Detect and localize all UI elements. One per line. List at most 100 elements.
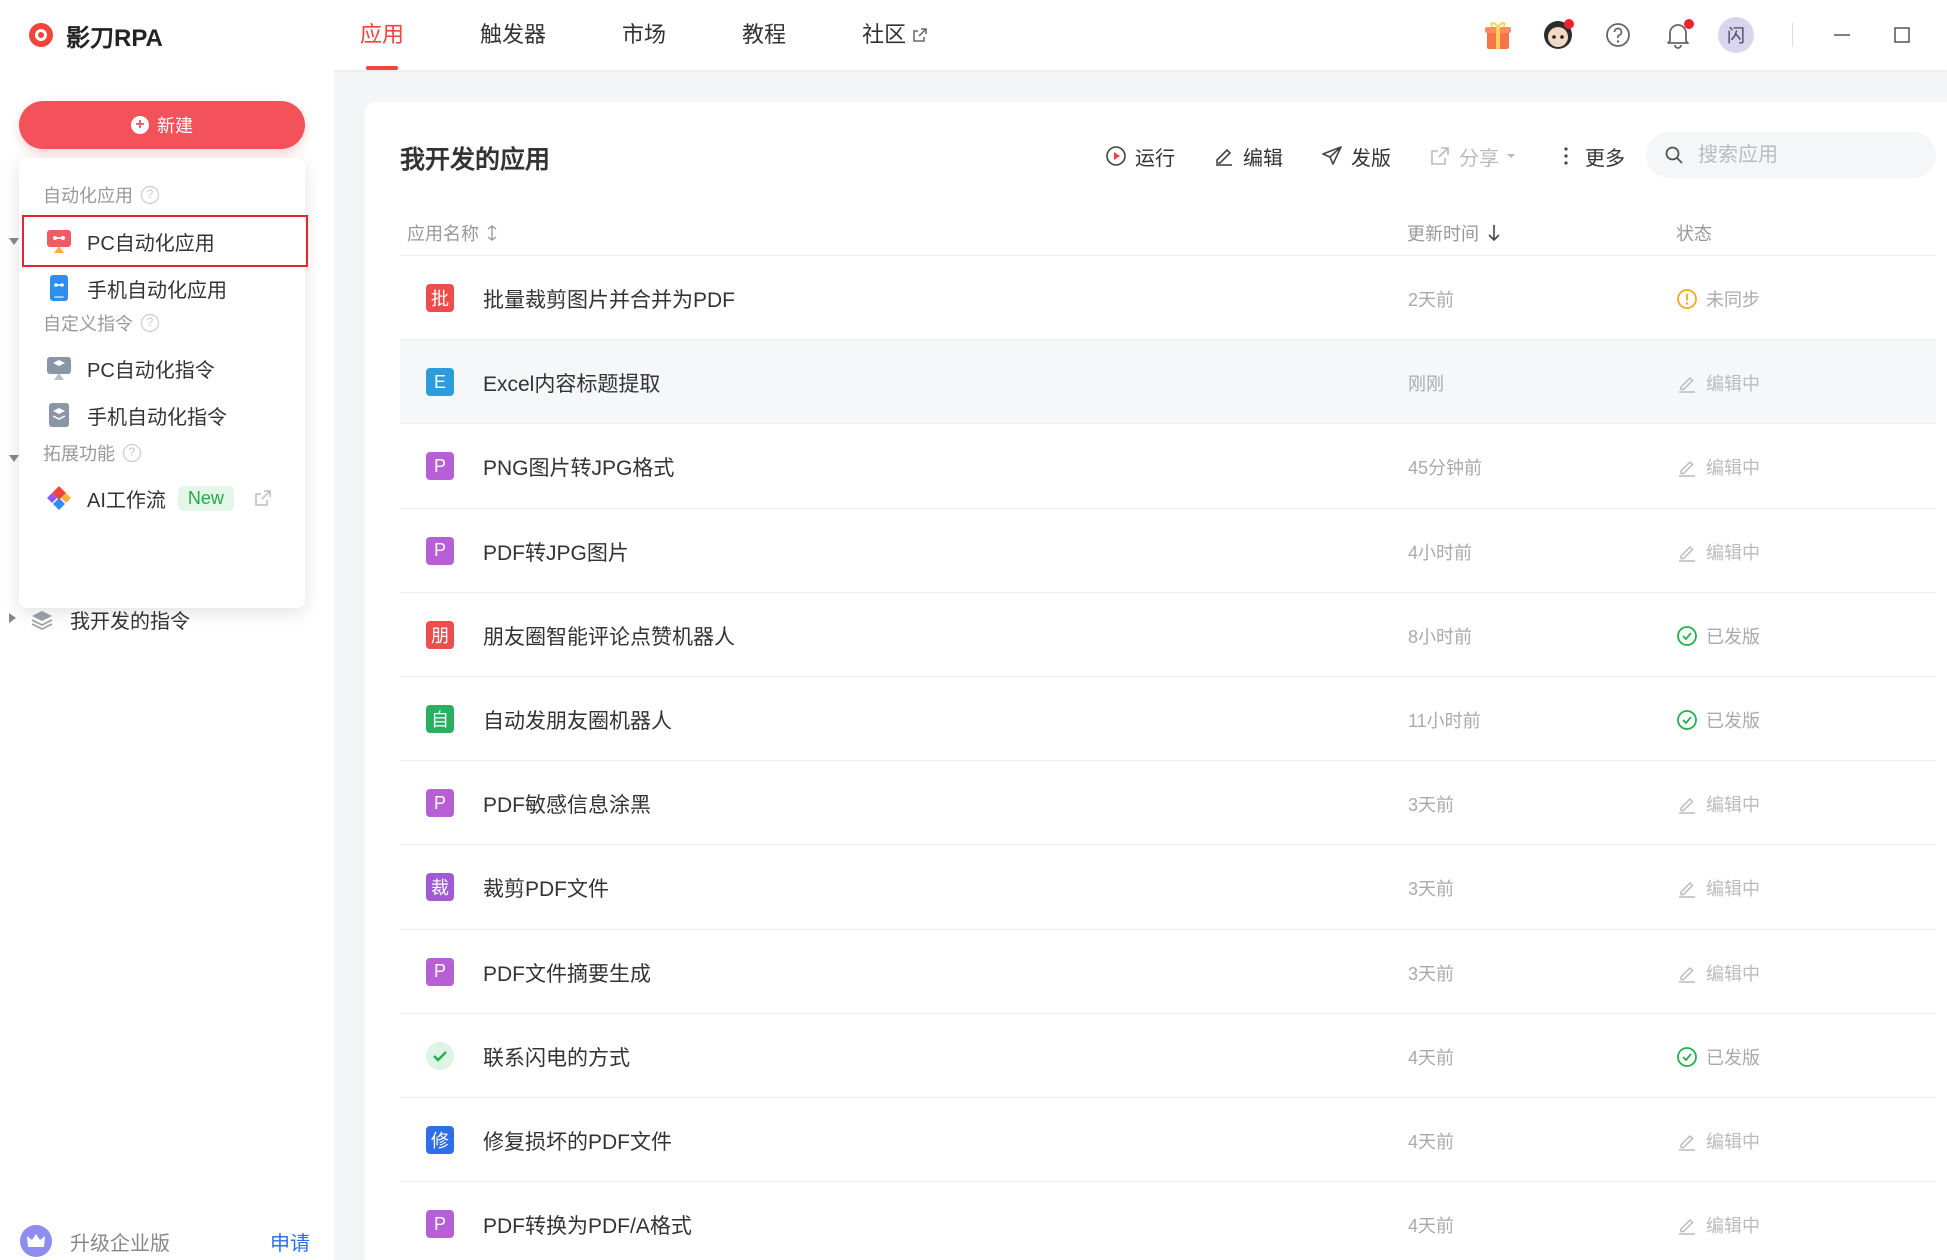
- menu-item-pc-app[interactable]: PC自动化应用: [22, 215, 308, 267]
- pc-app-icon: [47, 230, 71, 253]
- minimize-icon: [1834, 34, 1850, 36]
- publish-button[interactable]: 发版: [1321, 142, 1391, 171]
- pencil-icon: [1679, 377, 1695, 393]
- check-app-icon: [426, 1041, 454, 1070]
- search-input[interactable]: [1698, 143, 1918, 167]
- maximize-button[interactable]: [1887, 20, 1917, 50]
- notifications-button[interactable]: [1658, 15, 1698, 55]
- play-icon: [1106, 146, 1126, 166]
- more-button[interactable]: 更多: [1555, 142, 1625, 171]
- table-row[interactable]: P PNG图片转JPG格式 45分钟前 编辑中: [400, 424, 1936, 509]
- status-badge: 编辑中: [1676, 370, 1760, 396]
- app-update-time: 3天前: [1408, 963, 1455, 984]
- new-button[interactable]: + 新建: [19, 101, 305, 149]
- column-header-time[interactable]: 更新时间: [1407, 220, 1501, 246]
- brand-logo[interactable]: 影刀RPA: [26, 18, 163, 53]
- run-button[interactable]: 运行: [1105, 142, 1175, 171]
- upgrade-label[interactable]: 升级企业版: [70, 1227, 170, 1256]
- table-row[interactable]: 批 批量裁剪图片并合并为PDF 2天前 未同步: [400, 256, 1936, 341]
- plus-icon: +: [131, 116, 149, 134]
- help-icon: [1606, 23, 1630, 47]
- sidebar-item-my-commands[interactable]: 我开发的指令: [30, 605, 190, 634]
- app-name: PDF文件摘要生成: [483, 962, 651, 986]
- app-letter-icon: P: [426, 452, 454, 481]
- table-row[interactable]: P PDF文件摘要生成 3天前 编辑中: [400, 930, 1936, 1014]
- status-text: 编辑中: [1706, 374, 1760, 395]
- table-row[interactable]: 联系闪电的方式 4天前 已发版: [400, 1014, 1936, 1098]
- menu-item-ai-workflow[interactable]: AI工作流 New: [19, 474, 305, 522]
- pencil-icon: [1679, 966, 1695, 983]
- status-text: 已发版: [1706, 626, 1760, 647]
- table-row[interactable]: P PDF转JPG图片 4小时前 编辑中: [400, 509, 1936, 593]
- status-text: 编辑中: [1706, 1216, 1760, 1237]
- table-row[interactable]: P PDF转换为PDF/A格式 4天前 编辑中: [400, 1182, 1936, 1260]
- status-badge: 已发版: [1676, 1044, 1760, 1070]
- tree-expand-arrow[interactable]: [9, 455, 19, 462]
- sort-icon: [487, 225, 497, 241]
- app-update-time: 8小时前: [1408, 626, 1473, 647]
- nav-tab-apps[interactable]: 应用: [340, 0, 424, 70]
- status-text: 编辑中: [1706, 458, 1760, 479]
- status-badge: 已发版: [1676, 623, 1760, 649]
- mobile-command-icon: [49, 403, 69, 427]
- app-name: PDF转换为PDF/A格式: [483, 1215, 692, 1239]
- help-button[interactable]: [1598, 15, 1638, 55]
- nav-tab-triggers[interactable]: 触发器: [460, 0, 566, 70]
- new-dropdown-menu: 自动化应用 ? PC自动化应用 手机自动化应用 自定义指令 ? PC自动化指令: [19, 158, 308, 608]
- assistant-button[interactable]: [1538, 15, 1578, 55]
- main-nav: 应用 触发器 市场 教程 社区: [340, 0, 984, 70]
- ai-workflow-icon: [47, 486, 71, 510]
- column-header-name[interactable]: 应用名称: [407, 220, 499, 246]
- section-custom-commands: 自定义指令 ?: [43, 310, 159, 336]
- logo-icon: [29, 22, 53, 47]
- status-badge: 编辑中: [1676, 539, 1760, 565]
- app-name: Excel内容标题提取: [483, 373, 661, 397]
- status-text: 已发版: [1706, 1047, 1760, 1068]
- tree-expand-arrow[interactable]: [9, 238, 19, 245]
- status-text: 编辑中: [1706, 795, 1760, 816]
- send-icon: [1322, 146, 1342, 165]
- table-row[interactable]: 修 修复损坏的PDF文件 4天前 编辑中: [400, 1098, 1936, 1183]
- app-update-time: 45分钟前: [1408, 458, 1483, 479]
- menu-item-mobile-app[interactable]: 手机自动化应用: [19, 264, 305, 312]
- table-row[interactable]: E Excel内容标题提取 刚刚 编辑中: [400, 340, 1936, 425]
- status-badge: 编辑中: [1676, 454, 1760, 480]
- minimize-button[interactable]: [1827, 20, 1857, 50]
- app-table-body: 批批量裁剪图片并合并为PDF 2天前 未同步 E Excel内容标题提取 刚刚 编辑中 P PN…: [400, 256, 1936, 1260]
- section-auto-apps: 自动化应用 ?: [43, 182, 159, 208]
- divider: [1792, 23, 1793, 47]
- apply-link[interactable]: 申请: [270, 1227, 310, 1256]
- external-link-icon[interactable]: [254, 489, 272, 507]
- brand-name: 影刀RPA: [66, 25, 163, 52]
- tree-collapse-arrow[interactable]: [9, 613, 16, 623]
- user-avatar[interactable]: 闪: [1718, 17, 1754, 53]
- pencil-icon: [1216, 148, 1232, 166]
- app-update-time: 4天前: [1408, 1216, 1455, 1237]
- share-button[interactable]: 分享: [1429, 142, 1517, 171]
- app-name: PNG图片转JPG格式: [483, 457, 675, 481]
- menu-item-mobile-command[interactable]: 手机自动化指令: [19, 391, 305, 439]
- menu-item-pc-command[interactable]: PC自动化指令: [19, 344, 305, 392]
- help-icon[interactable]: ?: [141, 314, 159, 332]
- nav-tab-market[interactable]: 市场: [602, 0, 686, 70]
- app-letter-icon: E: [426, 368, 454, 397]
- more-vertical-icon: [1564, 147, 1568, 165]
- column-header-status: 状态: [1676, 224, 1712, 244]
- nav-tab-tutorial[interactable]: 教程: [722, 0, 806, 70]
- table-row[interactable]: 自 自动发朋友圈机器人 11小时前 已发版: [400, 677, 1936, 762]
- help-icon[interactable]: ?: [123, 444, 141, 462]
- help-icon[interactable]: ?: [141, 186, 159, 204]
- app-name: PDF敏感信息涂黑: [483, 794, 651, 818]
- crown-icon: [20, 1225, 52, 1257]
- app-update-time: 4小时前: [1408, 542, 1473, 563]
- table-row[interactable]: P PDF敏感信息涂黑 3天前 编辑中: [400, 761, 1936, 846]
- gift-button[interactable]: [1478, 15, 1518, 55]
- nav-tab-community[interactable]: 社区: [842, 0, 948, 70]
- check-circle-icon: [1677, 1046, 1697, 1067]
- external-link-icon: [913, 28, 927, 42]
- app-letter-icon: 朋: [426, 620, 454, 649]
- table-row[interactable]: 朋 朋友圈智能评论点赞机器人 8小时前 已发版: [400, 593, 1936, 677]
- upgrade-bar: 升级企业版 申请: [20, 1223, 310, 1259]
- table-row[interactable]: 裁 裁剪PDF文件 3天前 编辑中: [400, 845, 1936, 930]
- edit-button[interactable]: 编辑: [1213, 142, 1283, 171]
